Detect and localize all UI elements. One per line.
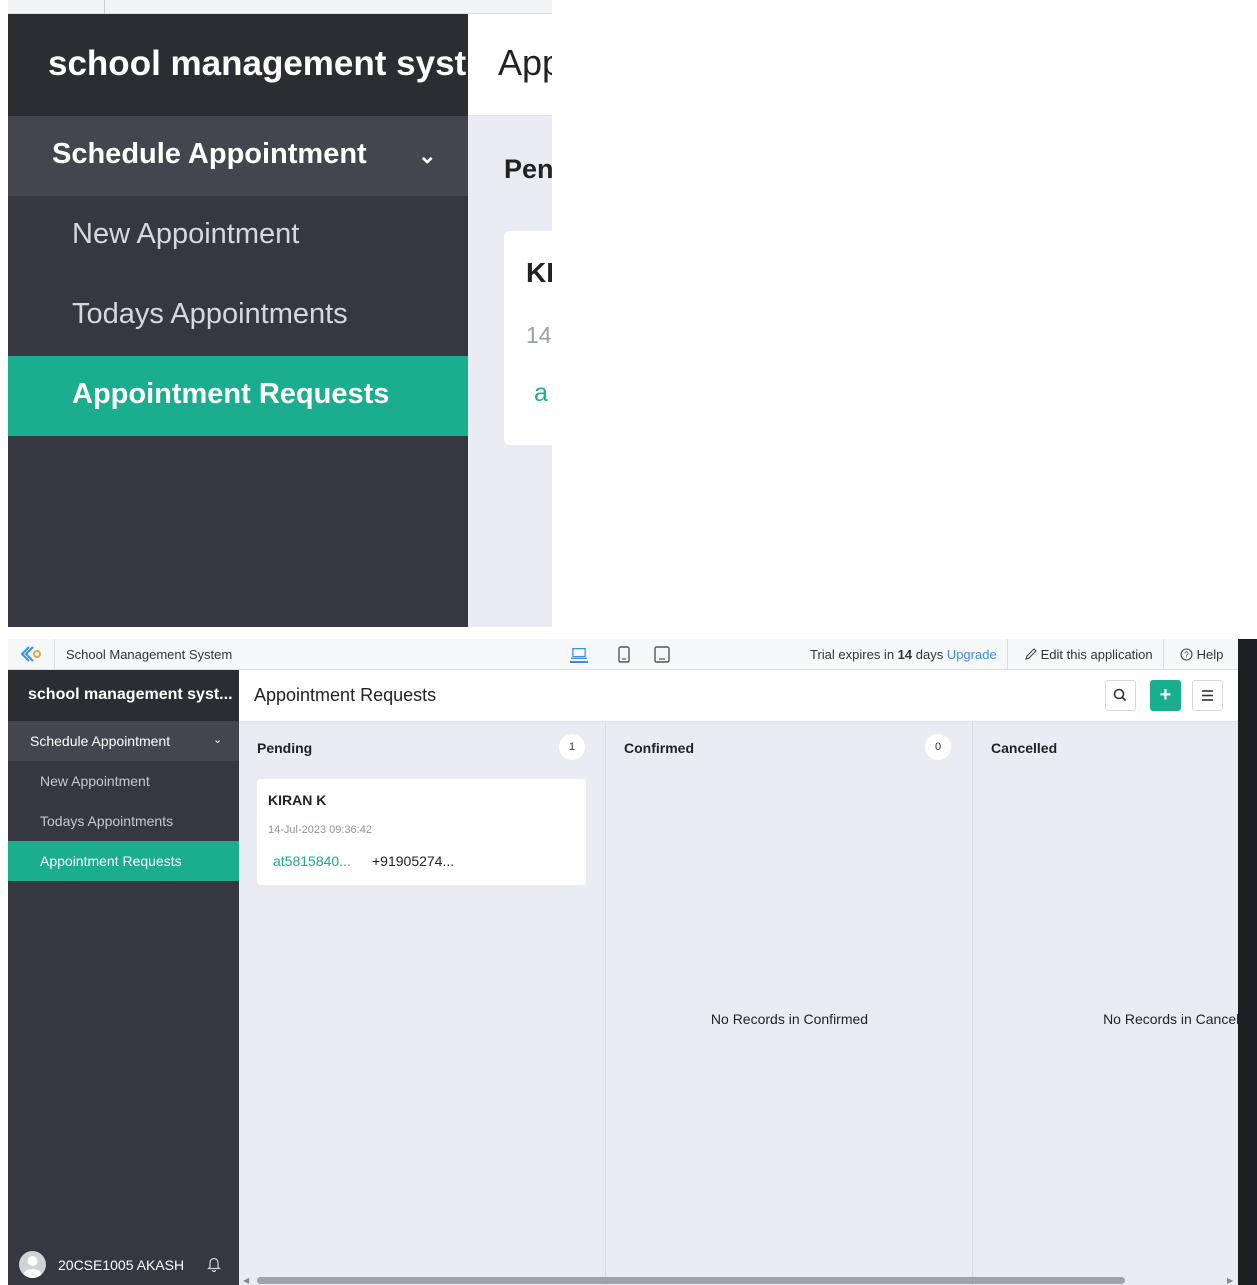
edit-application-button[interactable]: Edit this application [1025,647,1153,662]
kanban-column-confirmed: Confirmed 0 No Records in Confirmed [606,722,972,1285]
scroll-right-icon[interactable]: ▶ [1227,1276,1233,1285]
user-name: 20CSE1005 AKASH [58,1257,185,1273]
zoom-record-card[interactable]: KI 14 a [504,231,552,445]
search-button[interactable] [1105,680,1136,711]
zoom-card-name: KI [526,257,552,288]
menu-button[interactable] [1192,680,1223,711]
kanban-column-cancelled: Cancelled No Records in Cancelled [973,722,1257,1285]
zoom-sidebar-brand: school management syst... [8,14,468,116]
zoom-sidebar-item-appointment-requests[interactable]: Appointment Requests [8,356,468,436]
tablet-icon[interactable] [615,646,633,663]
sidebar-item-todays-appointments[interactable]: Todays Appointments [8,801,239,841]
card-phone: +91905274... [372,853,455,869]
zoom-card-email[interactable]: a [534,379,548,408]
column-title: Confirmed [624,740,694,756]
window-edge [1238,639,1257,1285]
horizontal-scrollbar[interactable]: ◀ ▶ [239,1275,1238,1285]
app-name: School Management System [66,647,233,662]
page-title: Appointment Requests [254,685,437,705]
zoom-topbar-divider [104,0,105,14]
topbar-divider [54,639,55,670]
zoom-sidebar-group-schedule[interactable]: Schedule Appointment ⌄ [8,116,468,196]
scroll-left-icon[interactable]: ◀ [243,1276,249,1285]
help-button[interactable]: ? Help [1180,647,1223,662]
avatar-icon[interactable] [19,1251,46,1278]
kanban-column-pending: Pending 1 KIRAN K 14-Jul-2023 09:36:42 a… [239,722,605,1285]
desktop-icon[interactable] [570,646,588,663]
help-label: Help [1196,647,1224,662]
column-count-badge: 0 [925,734,951,760]
trial-prefix: Trial expires in [810,647,898,662]
user-profile[interactable]: 20CSE1005 AKASH [8,1244,239,1285]
pencil-icon [1025,648,1037,660]
sidebar-brand: school management syst... [8,670,239,721]
top-bar: School Management System Trial expires i… [8,639,1238,670]
app-window: School Management System Trial expires i… [8,639,1257,1285]
search-icon [1113,688,1127,702]
sidebar: school management syst... Schedule Appoi… [8,670,239,1285]
app-logo-icon[interactable] [20,645,42,663]
zoom-sidebar-item-todays-appointments[interactable]: Todays Appointments [8,276,468,356]
plus-icon: + [1159,684,1172,706]
zoom-sidebar-item-new-appointment[interactable]: New Appointment [8,196,468,276]
zoom-sidebar: school management syst... Schedule Appoi… [8,14,468,627]
hamburger-icon [1202,690,1213,701]
sidebar-group-schedule[interactable]: Schedule Appointment ⌄ [8,721,239,761]
topbar-divider [1163,639,1164,670]
zoom-sidebar-group-label: Schedule Appointment [52,138,367,170]
zoom-main: App Pen KI 14 a [468,14,552,627]
screenshot: school management syst... Schedule Appoi… [0,0,1257,1285]
help-circle-icon: ? [1180,648,1193,661]
main-content: Appointment Requests + Pending 1 KIRAN K… [239,670,1257,1285]
sidebar-item-appointment-requests[interactable]: Appointment Requests [8,841,239,881]
trial-days: 14 [897,647,913,662]
zoom-page-title: App [468,14,552,116]
zoom-topbar [8,0,552,14]
zoom-column-title: Pen [504,154,552,184]
trial-suffix: days [912,647,947,662]
column-title: Cancelled [991,740,1058,756]
column-title: Pending [257,740,313,756]
sidebar-item-new-appointment[interactable]: New Appointment [8,761,239,801]
column-count-badge: 1 [559,734,585,760]
upgrade-link[interactable]: Upgrade [947,647,997,662]
add-record-button[interactable]: + [1150,680,1181,711]
card-email-link[interactable]: at5815840... [273,853,351,869]
trial-notice: Trial expires in 14 days Upgrade [810,647,997,662]
zoom-card-date: 14 [526,322,552,348]
bell-icon[interactable] [207,1256,221,1272]
zoomed-view: school management syst... Schedule Appoi… [8,0,552,627]
page-header: Appointment Requests + [239,670,1238,722]
sidebar-group-label: Schedule Appointment [30,733,171,749]
record-card[interactable]: KIRAN K 14-Jul-2023 09:36:42 at5815840..… [257,779,586,885]
chevron-down-icon: ⌄ [213,734,223,746]
mobile-icon[interactable] [653,646,671,663]
card-name: KIRAN K [268,792,327,808]
card-date: 14-Jul-2023 09:36:42 [268,824,372,836]
empty-state-text: No Records in Confirmed [710,1011,869,1027]
chevron-down-icon: ⌄ [418,143,437,168]
scrollbar-thumb[interactable] [257,1277,1125,1284]
empty-state-text: No Records in Cancelled [1103,1011,1257,1027]
edit-application-label: Edit this application [1040,647,1153,662]
svg-text:?: ? [1184,651,1189,660]
topbar-divider [1007,639,1008,670]
